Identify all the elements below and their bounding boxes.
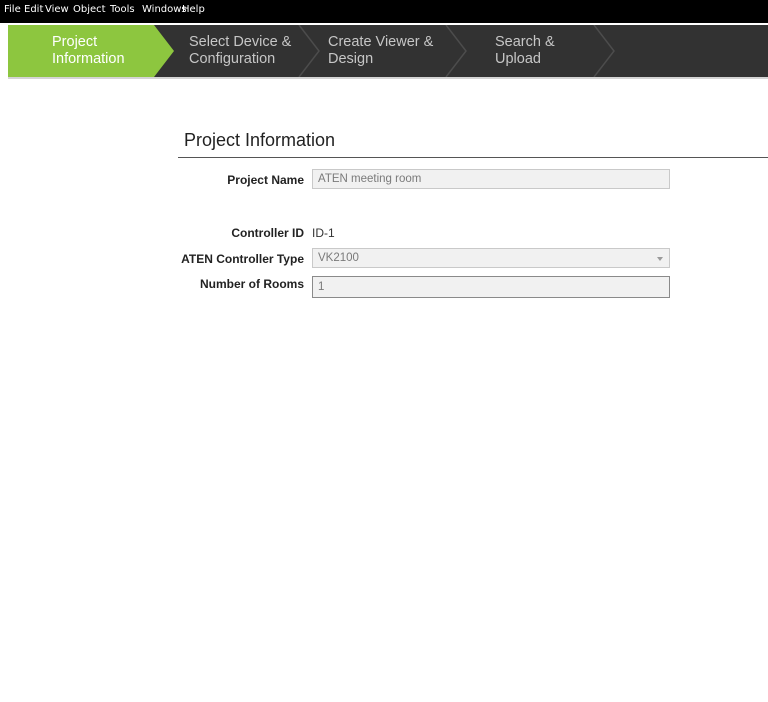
menu-tools[interactable]: Tools xyxy=(110,4,135,15)
step-search-upload[interactable]: Search & Upload xyxy=(495,25,585,77)
controller-id-label: Controller ID xyxy=(231,226,304,240)
controller-id-value: ID-1 xyxy=(312,226,335,240)
section-divider xyxy=(178,157,768,158)
section-title: Project Information xyxy=(184,130,336,150)
chevron-divider xyxy=(445,25,467,77)
menu-object[interactable]: Object xyxy=(73,4,106,15)
menu-help[interactable]: Help xyxy=(182,4,205,15)
step-create-viewer[interactable]: Create Viewer & Design xyxy=(328,25,443,77)
menu-bar: File Edit View Object Tools Windows Help xyxy=(0,0,768,23)
wizard-step-bar: Project Information Select Device & Conf… xyxy=(8,25,768,79)
chevron-down-icon xyxy=(657,257,663,261)
rooms-input[interactable]: 1 xyxy=(312,276,670,298)
menu-edit[interactable]: Edit xyxy=(24,4,43,15)
project-name-label: Project Name xyxy=(227,173,304,187)
menu-view[interactable]: View xyxy=(45,4,69,15)
step-label: Create Viewer & Design xyxy=(328,34,434,67)
controller-type-value: VK2100 xyxy=(318,252,359,264)
step-label: Project Information xyxy=(52,34,125,67)
controller-type-select[interactable]: VK2100 xyxy=(312,248,670,268)
chevron-divider xyxy=(593,25,615,77)
step-project-information[interactable]: Project Information xyxy=(52,25,152,77)
step-label: Select Device & Configuration xyxy=(189,34,292,67)
controller-type-label: ATEN Controller Type xyxy=(181,252,304,266)
step-label: Search & Upload xyxy=(495,34,555,67)
rooms-label: Number of Rooms xyxy=(199,277,304,291)
menu-windows[interactable]: Windows xyxy=(142,4,187,15)
project-name-input[interactable]: ATEN meeting room xyxy=(312,169,670,189)
menu-file[interactable]: File xyxy=(4,4,21,15)
step-select-device[interactable]: Select Device & Configuration xyxy=(189,25,304,77)
